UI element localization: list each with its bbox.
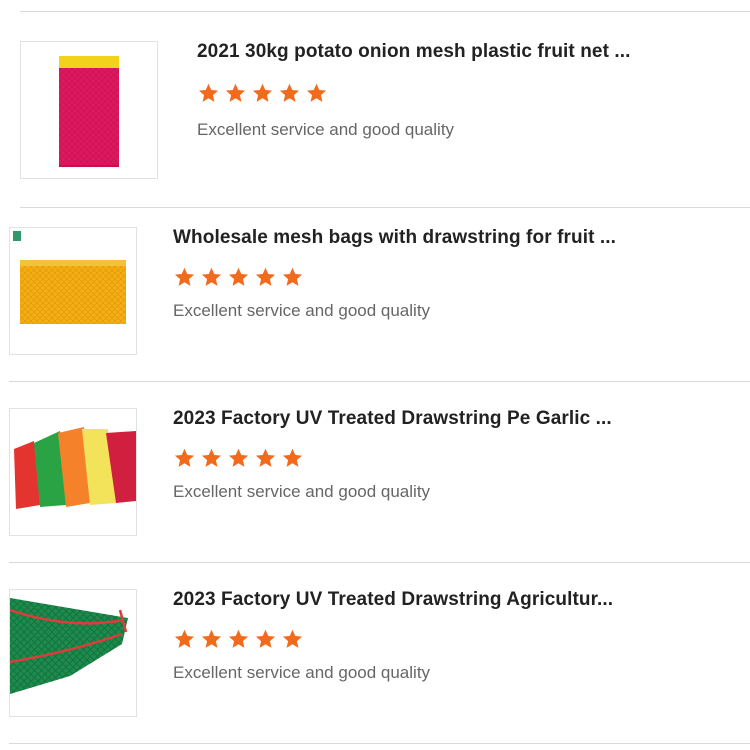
product-thumbnail[interactable] — [9, 227, 137, 355]
rating-stars — [173, 628, 304, 651]
star-icon — [306, 83, 327, 102]
star-icon — [174, 629, 195, 648]
divider-1 — [20, 207, 750, 208]
green-drawstring-mesh-bag-image — [10, 598, 128, 694]
red-mesh-bag-image — [59, 56, 119, 167]
star-icon — [174, 448, 195, 467]
star-icon — [252, 83, 273, 102]
divider-bottom — [9, 743, 750, 744]
rating-stars — [173, 447, 304, 470]
star-icon — [201, 267, 222, 286]
star-icon — [255, 629, 276, 648]
star-icon — [228, 267, 249, 286]
product-title[interactable]: Wholesale mesh bags with drawstring for … — [173, 227, 616, 249]
review-text: Excellent service and good quality — [197, 120, 455, 139]
product-title[interactable]: 2021 30kg potato onion mesh plastic frui… — [197, 41, 631, 63]
divider-3 — [9, 562, 750, 563]
star-icon — [282, 267, 303, 286]
star-icon — [228, 448, 249, 467]
star-icon — [198, 83, 219, 102]
star-icon — [255, 267, 276, 286]
product-thumbnail[interactable] — [9, 408, 137, 536]
divider-2 — [9, 381, 750, 382]
product-title[interactable]: 2023 Factory UV Treated Drawstring Pe Ga… — [173, 408, 612, 430]
star-icon — [279, 83, 300, 102]
multicolor-mesh-bags-image — [14, 427, 136, 509]
star-icon — [201, 629, 222, 648]
divider-top — [20, 11, 750, 12]
star-icon — [282, 629, 303, 648]
star-icon — [201, 448, 222, 467]
star-icon — [225, 83, 246, 102]
product-thumbnail[interactable] — [9, 589, 137, 717]
yellow-mesh-bag-image — [13, 231, 126, 324]
star-icon — [282, 448, 303, 467]
review-text: Excellent service and good quality — [173, 301, 431, 320]
product-title[interactable]: 2023 Factory UV Treated Drawstring Agric… — [173, 589, 613, 611]
review-text: Excellent service and good quality — [173, 663, 431, 682]
rating-stars — [197, 82, 328, 105]
review-text: Excellent service and good quality — [173, 482, 431, 501]
star-icon — [228, 629, 249, 648]
rating-stars — [173, 266, 304, 289]
product-review-list: { "items": [ { "title": "2021 30kg potat… — [0, 0, 750, 750]
product-thumbnail[interactable] — [20, 41, 158, 179]
star-icon — [255, 448, 276, 467]
star-icon — [174, 267, 195, 286]
